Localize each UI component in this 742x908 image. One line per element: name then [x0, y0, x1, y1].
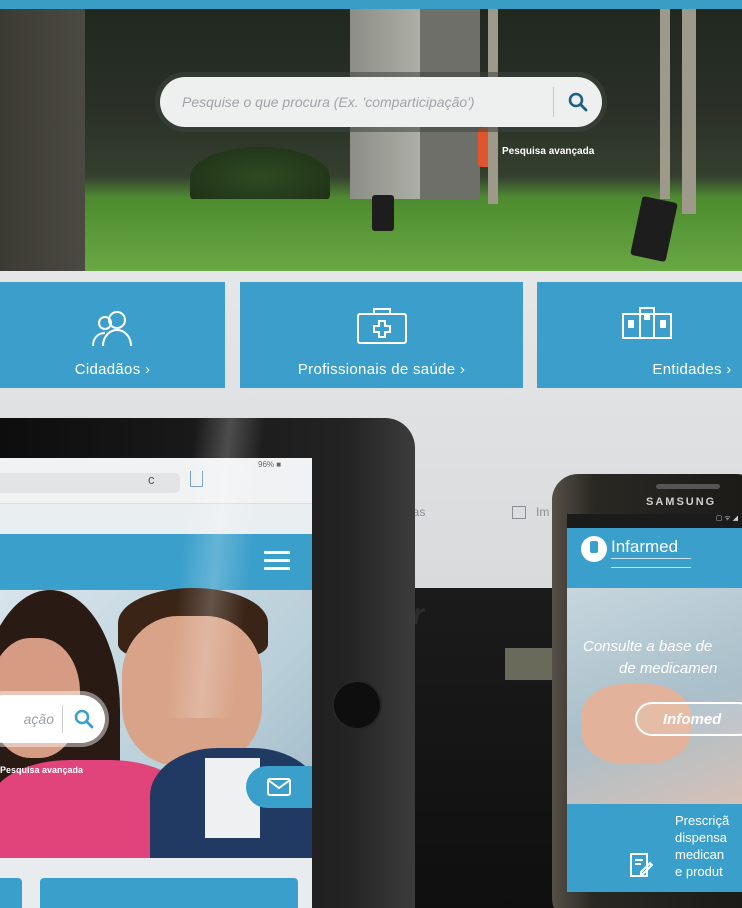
reload-icon[interactable]: c: [148, 472, 155, 487]
footer-text-line: dispensa: [675, 830, 728, 845]
building-icon: [622, 307, 672, 339]
monitor-top-bar: [0, 0, 742, 9]
hamburger-menu-icon[interactable]: [264, 551, 290, 571]
search-button[interactable]: [63, 709, 105, 729]
document-icon: [512, 506, 526, 520]
footer-text: Prescriçã dispensa medican e produt: [675, 812, 729, 880]
advanced-search-link[interactable]: Pesquisa avançada: [502, 146, 594, 157]
phone-screen: ▢ ᯤ ◢ Infarmed Consulte a base de de med…: [567, 514, 742, 892]
search-button[interactable]: [554, 77, 602, 127]
card-label: Entidades ›: [652, 361, 732, 378]
tablet-card[interactable]: [0, 878, 22, 908]
prescription-icon: [630, 853, 653, 877]
tablet-card[interactable]: [40, 878, 298, 908]
medical-kit-icon: [356, 308, 407, 344]
battery-indicator: 96% ■: [258, 460, 282, 469]
phone-status-bar: ▢ ᯤ ◢: [567, 514, 742, 528]
app-name[interactable]: Infarmed: [611, 537, 678, 557]
bush: [190, 147, 330, 207]
card-cidadaos[interactable]: Cidadãos ›: [0, 282, 225, 388]
tree-trunk: [682, 9, 696, 214]
tablet-home-button[interactable]: [334, 682, 380, 728]
card-label: Cidadãos ›: [74, 361, 151, 378]
logo-subtitle-lines: [611, 558, 691, 568]
search-input[interactable]: Pesquise o que procura (Ex. 'comparticip…: [160, 94, 553, 110]
phone-speaker: [656, 484, 720, 489]
tree-trunk: [660, 9, 670, 199]
tablet-search-bar[interactable]: ação: [0, 695, 105, 743]
tablet-address-bar: c 96% ■: [0, 458, 312, 504]
search-icon: [568, 92, 588, 112]
search-icon: [74, 709, 94, 729]
infomed-button[interactable]: Infomed: [635, 702, 742, 736]
photo-scene: Pesquise o que procura (Ex. 'comparticip…: [0, 0, 742, 908]
garden-lamp: [372, 195, 394, 231]
card-entidades[interactable]: Entidades ›: [537, 282, 742, 388]
footer-text-line: e produt: [675, 864, 723, 879]
tablet-navbar: [0, 534, 312, 590]
hero-text-line: Consulte a base de: [583, 638, 713, 655]
footer-link-fragment[interactable]: Im: [512, 505, 550, 520]
monitor-search-bar[interactable]: Pesquise o que procura (Ex. 'comparticip…: [160, 77, 602, 127]
phone-brand: SAMSUNG: [646, 496, 717, 508]
monitor-hero-image: [0, 9, 742, 271]
hero-text-line: de medicamen: [619, 660, 718, 677]
footer-text-line: medican: [675, 847, 725, 862]
card-profissionais[interactable]: Profissionais de saúde ›: [240, 282, 523, 388]
pillar: [0, 9, 85, 271]
phone-header: Infarmed: [567, 528, 742, 588]
advanced-search-link[interactable]: Pesquisa avançada: [0, 765, 83, 775]
contact-button[interactable]: [246, 766, 312, 808]
tablet-topbar: [0, 504, 312, 534]
tablet-screen: c 96% ■ ação Pesquisa avançada: [0, 458, 312, 908]
mail-icon: [267, 778, 291, 796]
infarmed-logo-icon[interactable]: [581, 536, 607, 562]
card-label: Profissionais de saúde ›: [297, 361, 466, 378]
people-icon: [91, 311, 132, 347]
footer-link-label: Im: [536, 505, 550, 519]
footer-text-line: Prescriçã: [675, 813, 730, 828]
search-input[interactable]: ação: [0, 711, 62, 727]
